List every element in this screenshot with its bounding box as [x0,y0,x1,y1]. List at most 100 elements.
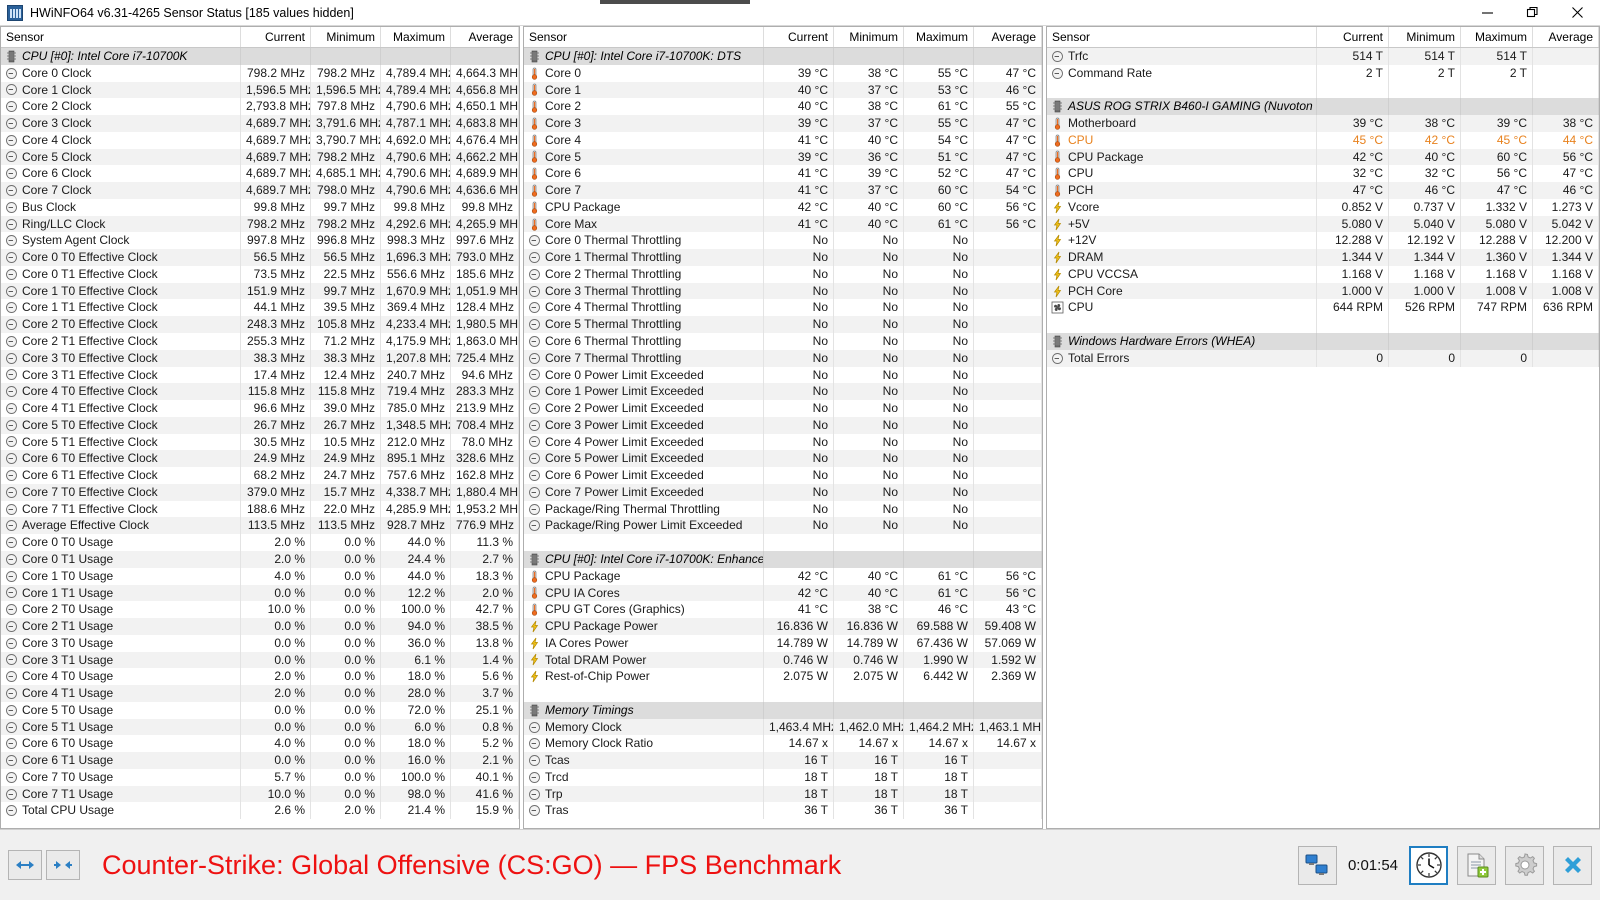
column-header-minimum[interactable]: Minimum [1389,27,1461,47]
sensor-row[interactable]: Core 2 40 °C 38 °C 61 °C 55 °C [524,98,1042,116]
sensor-row[interactable]: Core 1 Clock 1,596.5 MHz 1,596.5 MHz 4,789.… [1,81,519,99]
sensor-row[interactable]: Core 6 T0 Effective Clock 24.9 MHz 24.9 MH… [1,450,519,468]
sensor-panel-1[interactable]: Sensor Current Minimum Maximum Average CPU [#… [0,26,520,829]
sensor-row[interactable]: Memory Clock Ratio 14.67 x 14.67 x 14.67 x1… [524,735,1042,753]
sensor-row[interactable]: CPU 45 °C 42 °C 45 °C 44 °C [1047,131,1599,149]
sensor-group-header[interactable]: CPU [#0]: Intel Core i7-10700K [1,48,519,65]
close-icon[interactable] [1553,845,1592,885]
sensor-group-header[interactable]: Windows Hardware Errors (WHEA) [1047,333,1599,350]
column-header-maximum[interactable]: Maximum [904,27,974,47]
nav-expand-button[interactable] [8,850,42,880]
sensor-row[interactable]: CPU VCCSA 1.168 V 1.168 V 1.168 V 1.168 V [1047,265,1599,283]
sensor-row[interactable]: Core 5 T0 Usage 0.0 % 0.0 % 72.0 % 25.1 % [1,701,519,719]
column-header-average[interactable]: Average [974,27,1042,47]
column-header-sensor[interactable]: Sensor [1,27,241,47]
sensor-row[interactable]: Core 4 Clock 4,689.7 MHz 3,790.7 MHz 4,692.… [1,131,519,149]
sensor-row[interactable]: Core 3 T1 Effective Clock 17.4 MHz 12.4 MH… [1,366,519,384]
sensor-row[interactable]: CPU Package 42 °C 40 °C 60 °C 56 °C [1047,148,1599,166]
sensor-row[interactable]: Tras 36 T 36 T 36 T [524,802,1042,820]
remote-monitoring-icon[interactable] [1297,845,1337,885]
column-header-current[interactable]: Current [241,27,311,47]
window-title-bar[interactable]: HWiNFO64 v6.31-4265 Sensor Status [185 v… [0,0,1600,26]
sensor-row[interactable]: Core 0 Power Limit Exceeded No No No [524,366,1042,384]
close-button[interactable] [1555,0,1600,26]
sensor-row[interactable]: IA Cores Power 14.789 W 14.789 W 67.436 W 57… [524,634,1042,652]
sensor-row[interactable]: DRAM 1.344 V 1.344 V 1.360 V 1.344 V [1047,249,1599,266]
sensor-row[interactable]: Core 7 41 °C 37 °C 60 °C 54 °C [524,182,1042,199]
sensor-row[interactable]: Core 1 Thermal Throttling No No No [524,249,1042,266]
sensor-row[interactable]: Core 7 T1 Effective Clock 188.6 MHz 22.0 M… [1,500,519,518]
sensor-row[interactable]: Trfc 514 T 514 T 514 T [1047,48,1599,65]
sensor-row[interactable]: Core 4 T0 Effective Clock 115.8 MHz 115.8 … [1,383,519,401]
sensor-row[interactable]: +5V 5.080 V 5.040 V 5.080 V 5.042 V [1047,215,1599,233]
column-header-maximum[interactable]: Maximum [381,27,451,47]
sensor-row[interactable]: Trp 18 T 18 T 18 T [524,785,1042,803]
sensor-row[interactable]: Core 0 T1 Effective Clock 73.5 MHz 22.5 MH… [1,265,519,283]
sensor-row[interactable]: Core 7 T0 Effective Clock 379.0 MHz 15.7 M… [1,483,519,501]
column-header-minimum[interactable]: Minimum [834,27,904,47]
sensor-row[interactable]: Core 6 41 °C 39 °C 52 °C 47 °C [524,165,1042,183]
column-header-maximum[interactable]: Maximum [1461,27,1533,47]
sensor-row[interactable]: Core 2 Thermal Throttling No No No [524,265,1042,283]
sensor-row[interactable]: Core 6 T1 Usage 0.0 % 0.0 % 16.0 % 2.1 % [1,752,519,769]
sensor-row[interactable]: Core 1 T0 Usage 4.0 % 0.0 % 44.0 % 18.3 % [1,567,519,585]
sensor-row[interactable]: CPU 644 RPM 526 RPM 747 RPM 636 RPM [1047,299,1599,317]
sensor-row[interactable]: Core 2 T0 Effective Clock 248.3 MHz 105.8 … [1,316,519,334]
sensor-row[interactable]: Core 5 T1 Effective Clock 30.5 MHz 10.5 MH… [1,433,519,451]
gear-icon[interactable] [1505,845,1544,885]
sensor-row[interactable]: Ring/LLC Clock 798.2 MHz 798.2 MHz 4,292.6 … [1,215,519,233]
sensor-row[interactable]: Core 6 Thermal Throttling No No No [524,333,1042,350]
nav-collapse-button[interactable] [46,850,80,880]
sensor-row[interactable]: Core 2 Clock 2,793.8 MHz 797.8 MHz 4,790.6 … [1,98,519,116]
sensor-row[interactable]: Core 6 T0 Usage 4.0 % 0.0 % 18.0 % 5.2 % [1,735,519,753]
column-header-minimum[interactable]: Minimum [311,27,381,47]
sensor-row[interactable]: CPU Package 42 °C 40 °C 60 °C 56 °C [524,198,1042,216]
sensor-row[interactable]: Core Max 41 °C 40 °C 61 °C 56 °C [524,215,1042,233]
sensor-row[interactable]: Core 3 39 °C 37 °C 55 °C 47 °C [524,115,1042,132]
column-header-current[interactable]: Current [1317,27,1389,47]
sensor-row[interactable]: Total Errors 0 0 0 [1047,349,1599,367]
column-header-sensor[interactable]: Sensor [524,27,764,47]
sensor-row[interactable]: Vcore 0.852 V 0.737 V 1.332 V 1.273 V [1047,198,1599,216]
sensor-row[interactable]: +12V 12.288 V 12.192 V 12.288 V 12.200 V [1047,232,1599,250]
sensor-row[interactable]: Package/Ring Power Limit Exceeded No No No [524,517,1042,535]
sensor-row[interactable]: CPU Package Power 16.836 W 16.836 W 69.588 … [524,618,1042,635]
sensor-row[interactable]: Core 3 T1 Usage 0.0 % 0.0 % 6.1 % 1.4 % [1,651,519,669]
column-header-current[interactable]: Current [764,27,834,47]
sensor-row[interactable]: Core 4 Thermal Throttling No No No [524,299,1042,317]
sensor-row[interactable]: Core 3 T0 Effective Clock 38.3 MHz 38.3 MH… [1,349,519,367]
sensor-row[interactable]: Tcas 16 T 16 T 16 T [524,752,1042,769]
sensor-row[interactable]: Core 2 T0 Usage 10.0 % 0.0 % 100.0 % 42.7 % [1,601,519,619]
sensor-row[interactable]: Core 2 T1 Effective Clock 255.3 MHz 71.2 M… [1,333,519,350]
sensor-group-header[interactable]: CPU [#0]: Intel Core i7-10700K: DTS [524,48,1042,65]
sensor-row[interactable]: CPU IA Cores 42 °C 40 °C 61 °C 56 °C [524,584,1042,602]
sensor-row[interactable]: Core 3 Thermal Throttling No No No [524,282,1042,300]
sensor-row[interactable]: CPU 32 °C 32 °C 56 °C 47 °C [1047,165,1599,183]
clock-icon[interactable] [1409,845,1448,885]
sensor-row[interactable]: Core 7 T0 Usage 5.7 % 0.0 % 100.0 % 40.1 % [1,768,519,786]
sensor-row[interactable]: Core 1 T1 Effective Clock 44.1 MHz 39.5 MH… [1,299,519,317]
sensor-row[interactable]: Core 4 Power Limit Exceeded No No No [524,433,1042,451]
sensor-row[interactable]: Core 0 39 °C 38 °C 55 °C 47 °C [524,64,1042,82]
sensor-row[interactable]: CPU Package 42 °C 40 °C 61 °C 56 °C [524,567,1042,585]
sensor-row[interactable]: Motherboard 39 °C 38 °C 39 °C 38 °C [1047,115,1599,132]
sensor-row[interactable]: Command Rate 2 T2 T2 T [1047,64,1599,82]
sensor-row[interactable]: Core 5 Thermal Throttling No No No [524,316,1042,334]
sensor-row[interactable]: Core 1 40 °C 37 °C 53 °C 46 °C [524,81,1042,99]
sensor-row[interactable]: Core 0 T0 Effective Clock 56.5 MHz 56.5 MH… [1,249,519,266]
sensor-row[interactable]: Core 7 T1 Usage 10.0 % 0.0 % 98.0 % 41.6 % [1,785,519,803]
sensor-row[interactable]: Rest-of-Chip Power 2.075 W 2.075 W 6.442 W2… [524,668,1042,686]
sensor-row[interactable]: Core 0 T1 Usage 2.0 % 0.0 % 24.4 % 2.7 % [1,550,519,568]
sensor-row[interactable]: Core 7 Power Limit Exceeded No No No [524,483,1042,501]
sensor-row[interactable]: Core 0 Clock 798.2 MHz 798.2 MHz 4,789.4 MH… [1,64,519,82]
sensor-panel-3[interactable]: Sensor Current Minimum Maximum Average Trfc 51… [1046,26,1600,829]
sensor-row[interactable]: PCH Core 1.000 V 1.000 V 1.008 V 1.008 V [1047,282,1599,300]
sensor-row[interactable]: Core 5 Power Limit Exceeded No No No [524,450,1042,468]
sensor-panel-2[interactable]: Sensor Current Minimum Maximum Average CPU [#… [523,26,1043,829]
sensor-group-header[interactable]: ASUS ROG STRIX B460-I GAMING (Nuvoton NC… [1047,98,1599,116]
restore-button[interactable] [1510,0,1555,26]
sensor-row[interactable]: Core 5 T1 Usage 0.0 % 0.0 % 6.0 % 0.8 % [1,718,519,736]
sensor-row[interactable]: Total DRAM Power 0.746 W 0.746 W 1.990 W 1.5… [524,651,1042,669]
sensor-row[interactable]: Average Effective Clock 113.5 MHz 113.5 MH… [1,517,519,535]
column-header-average[interactable]: Average [451,27,519,47]
